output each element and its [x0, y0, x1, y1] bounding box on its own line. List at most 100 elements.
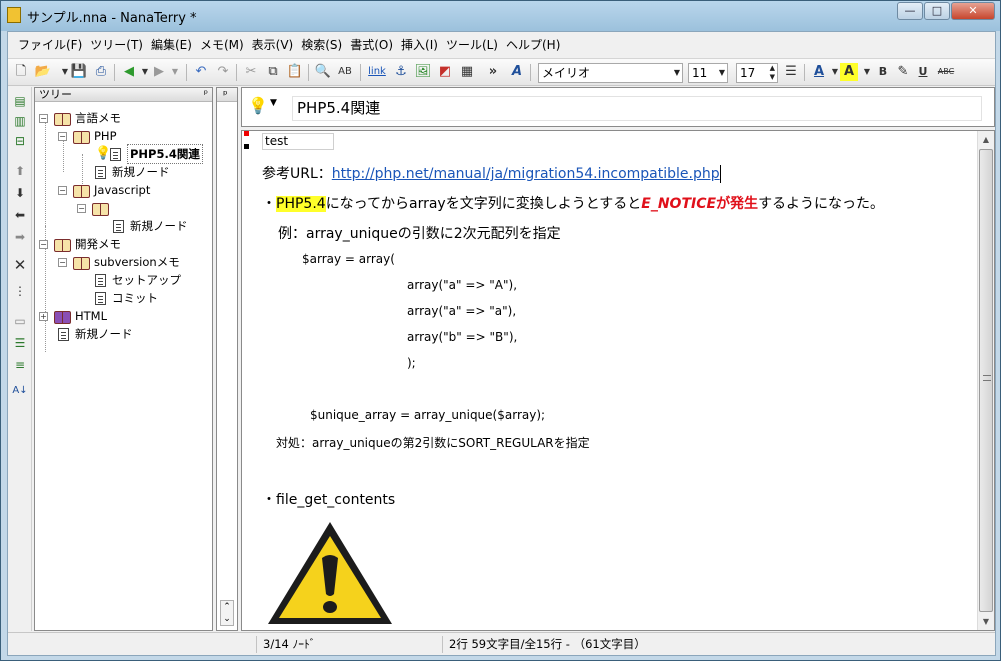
tree-node-setup[interactable]: セットアップ	[95, 271, 181, 289]
open-folder-icon[interactable]: 📂	[34, 63, 52, 81]
redo-icon[interactable]: ↷	[214, 63, 232, 81]
delete-node-icon[interactable]: ✕	[12, 257, 28, 273]
collapse-icon[interactable]: −	[58, 257, 67, 267]
vertical-scrollbar[interactable]: ▲ ▼	[977, 131, 994, 630]
tree-node-label: HTML	[75, 309, 108, 323]
menu-bar: ファイル(F) ツリー(T) 編集(E) メモ(M) 表示(V) 検索(S) 書…	[8, 32, 995, 58]
collapse-icon[interactable]: −	[39, 239, 48, 249]
save-icon[interactable]: 💾	[70, 63, 88, 81]
scroll-up-icon[interactable]: ▲	[978, 131, 994, 148]
tree-node-new2[interactable]: 新規ノード	[113, 217, 188, 235]
bold-button[interactable]: B	[874, 63, 892, 81]
underline-button[interactable]: U	[914, 63, 932, 81]
tree-node-subversion[interactable]: − subversionメモ	[58, 253, 180, 271]
insert-image-icon[interactable]: 🖼	[414, 63, 432, 81]
tree-node-commit[interactable]: コミット	[95, 289, 158, 307]
pin-icon[interactable]: ᵖ	[223, 88, 228, 101]
forward-dropdown-icon[interactable]: ▼	[166, 63, 184, 81]
lightbulb-icon[interactable]: 💡	[248, 96, 268, 115]
menu-search[interactable]: 検索(S)	[297, 32, 346, 58]
tree-node-gengo[interactable]: − 言語メモ	[39, 109, 121, 127]
move-left-icon[interactable]: ⬅	[12, 207, 28, 223]
tree-node-kaihatsu[interactable]: − 開発メモ	[39, 235, 121, 253]
save-all-icon[interactable]: ⎙	[92, 63, 110, 81]
tree-guide-line	[45, 118, 46, 226]
strikethrough-button[interactable]: ABC	[934, 63, 958, 81]
menu-format[interactable]: 書式(O)	[346, 32, 397, 58]
copy-icon[interactable]: ⧉	[264, 63, 282, 81]
close-button[interactable]: ✕	[951, 2, 995, 20]
collapse-icon[interactable]: −	[39, 113, 48, 123]
page-icon	[95, 165, 106, 179]
sort-az-icon[interactable]: A↓	[12, 383, 28, 399]
scroll-indicator-icon[interactable]: ⌃ ⌄	[220, 600, 234, 626]
title-bar[interactable]: サンプル.nna - NanaTerry * — □ ✕	[1, 1, 1000, 31]
scroll-thumb[interactable]	[979, 149, 993, 612]
move-down-icon[interactable]: ⬇	[12, 185, 28, 201]
reference-link[interactable]: http://php.net/manual/ja/migration54.inc…	[332, 166, 720, 182]
menu-edit[interactable]: 編集(E)	[147, 32, 196, 58]
code-line: $unique_array = array_unique($array);	[310, 408, 546, 422]
replace-icon[interactable]: AB	[336, 63, 354, 81]
minimize-button[interactable]: —	[897, 2, 923, 20]
memo-editor[interactable]: test 参考URL：http://php.net/manual/ja/migr…	[241, 130, 995, 631]
maximize-button[interactable]: □	[924, 2, 950, 20]
collapse-icon[interactable]: −	[58, 185, 67, 195]
anchor-icon[interactable]: ⚓	[392, 63, 410, 81]
tree-expand-icon[interactable]: ▥	[12, 113, 28, 129]
cut-icon[interactable]: ✂	[242, 63, 260, 81]
tree-action-bar: ▤ ▥ ⊟ ⬆ ⬇ ⬅ ➡ ✕ ⋮ ▭ ☰ ≡ A↓	[8, 87, 32, 631]
undo-icon[interactable]: ↶	[192, 63, 210, 81]
folder-book-icon	[73, 256, 90, 270]
insert-shape-icon[interactable]: ◩	[436, 63, 454, 81]
tree-node-label: PHP5.4関連	[127, 144, 203, 164]
insert-table-icon[interactable]: ▦	[458, 63, 476, 81]
scroll-down-icon[interactable]: ▼	[978, 613, 994, 630]
font-size-select[interactable]: 11 ▼	[688, 63, 728, 83]
font-style-icon[interactable]: A	[508, 63, 526, 81]
line-spacing-stepper[interactable]: 17 ▲ ▼	[736, 63, 778, 83]
tree-node-new1[interactable]: 新規ノード	[95, 163, 170, 181]
paste-icon[interactable]: 📋	[286, 63, 304, 81]
insert-link-icon[interactable]: link	[366, 63, 388, 81]
node-count-status: 3/14 ﾉｰﾄﾞ	[256, 636, 442, 653]
tree-node-javascript[interactable]: − Javascript	[58, 181, 150, 199]
collapse-icon[interactable]: −	[58, 131, 67, 141]
move-up-icon[interactable]: ⬆	[12, 163, 28, 179]
pin-icon[interactable]: ᵖ	[204, 88, 208, 101]
new-file-icon[interactable]: 🗋	[12, 63, 30, 81]
tree-list-icon[interactable]: ≡	[12, 357, 28, 373]
expand-icon[interactable]: +	[39, 311, 48, 321]
menu-memo[interactable]: メモ(M)	[196, 32, 248, 58]
tree-node-html[interactable]: + HTML	[39, 307, 107, 325]
tree-view-icon[interactable]: ▤	[12, 93, 28, 109]
highlight-color-icon[interactable]: A	[840, 63, 858, 81]
tree-node-new3[interactable]: 新規ノード	[58, 325, 133, 343]
toolbar-separator	[804, 64, 805, 81]
italic-icon[interactable]: ✎	[894, 63, 912, 81]
memo-title-input[interactable]: PHP5.4関連	[292, 96, 982, 121]
expand-all-icon[interactable]: ☰	[12, 335, 28, 351]
find-icon[interactable]: 🔍	[314, 63, 332, 81]
menu-file[interactable]: ファイル(F)	[14, 32, 86, 58]
menu-view[interactable]: 表示(V)	[248, 32, 298, 58]
node-structure-icon[interactable]: ⋮	[12, 283, 28, 299]
font-name-value: メイリオ	[542, 66, 591, 80]
tree-node-php54[interactable]: 💡 PHP5.4関連	[95, 144, 203, 164]
tree-node-php[interactable]: − PHP	[58, 127, 117, 145]
menu-insert[interactable]: 挿入(I)	[397, 32, 442, 58]
menu-help[interactable]: ヘルプ(H)	[502, 32, 564, 58]
collapse-icon[interactable]: −	[77, 203, 86, 213]
line-spacing-icon[interactable]: ☰	[782, 63, 800, 81]
menu-tools[interactable]: ツール(L)	[442, 32, 502, 58]
window-title: サンプル.nna - NanaTerry *	[27, 11, 197, 26]
menu-tree[interactable]: ツリー(T)	[86, 32, 147, 58]
tree-node-js-folder[interactable]: −	[77, 199, 113, 217]
icon-dropdown-icon[interactable]: ▼	[270, 98, 277, 108]
tree-outline-icon[interactable]: ⊟	[12, 133, 28, 149]
collapse-icon[interactable]: ▭	[12, 313, 28, 329]
toolbar-overflow-icon[interactable]: »	[484, 63, 502, 81]
move-right-icon[interactable]: ➡	[12, 229, 28, 245]
memo-tag-field[interactable]: test	[262, 133, 334, 150]
font-name-select[interactable]: メイリオ ▼	[538, 63, 683, 83]
